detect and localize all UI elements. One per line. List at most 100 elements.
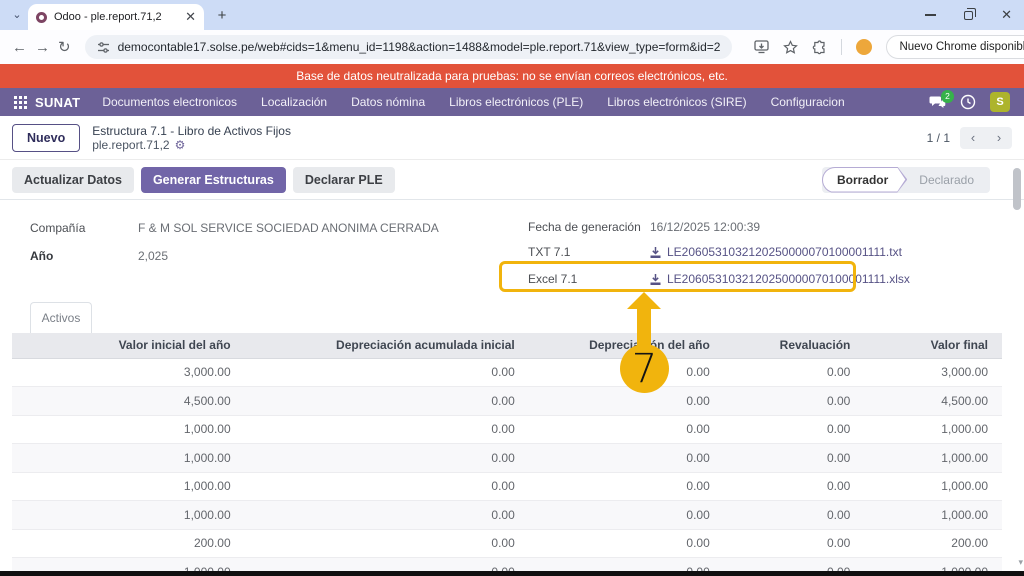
table-cell: 0.00: [245, 472, 529, 501]
minimize-button[interactable]: [925, 14, 936, 16]
generate-structures-button[interactable]: Generar Estructuras: [141, 167, 286, 193]
column-header[interactable]: Depreciación acumulada inicial: [245, 333, 529, 358]
apps-grid-icon[interactable]: [14, 96, 27, 109]
scroll-down-icon[interactable]: ▾: [1018, 557, 1023, 568]
pager-previous-icon[interactable]: ‹: [960, 127, 986, 149]
table-cell: 1,000.00: [12, 444, 245, 473]
profile-avatar[interactable]: [856, 39, 872, 55]
table-cell: 1,000.00: [12, 558, 245, 572]
chrome-update-button[interactable]: Nuevo Chrome disponible ⋮: [886, 35, 1024, 59]
extensions-icon[interactable]: [812, 40, 827, 55]
table-row[interactable]: 1,000.000.000.000.001,000.00: [12, 472, 1002, 501]
browser-titlebar: ⌄ Odoo - ple.report.71,2 ✕ + ✕: [0, 0, 1024, 30]
browser-toolbar: ← → ↻ democontable17.solse.pe/web#cids=1…: [0, 30, 1024, 64]
pager-next-icon[interactable]: ›: [986, 127, 1012, 149]
table-cell: 3,000.00: [864, 358, 1002, 387]
activities-clock-icon[interactable]: [960, 94, 976, 110]
messages-icon[interactable]: 2: [929, 95, 946, 110]
table-row[interactable]: 1,000.000.000.000.001,000.00: [12, 415, 1002, 444]
table-cell: 1,000.00: [864, 501, 1002, 530]
odoo-navbar: SUNAT Documentos electronicos Localizació…: [0, 88, 1024, 116]
table-cell: 1,000.00: [12, 501, 245, 530]
generation-date-value: 16/12/2025 12:00:39: [650, 220, 760, 234]
nav-item[interactable]: Datos nómina: [351, 95, 425, 109]
messages-badge: 2: [941, 90, 954, 103]
excel-label: Excel 7.1: [528, 272, 650, 286]
table-cell: 0.00: [529, 558, 724, 572]
new-tab-button[interactable]: +: [212, 6, 232, 26]
column-header[interactable]: Revaluación: [724, 333, 865, 358]
table-cell: 0.00: [245, 501, 529, 530]
url-text: democontable17.solse.pe/web#cids=1&menu_…: [118, 40, 721, 54]
status-declared[interactable]: Declarado: [907, 173, 986, 187]
app-brand[interactable]: SUNAT: [35, 95, 80, 110]
generation-date-label: Fecha de generación: [528, 220, 650, 234]
txt-label: TXT 7.1: [528, 245, 650, 259]
update-data-button[interactable]: Actualizar Datos: [12, 167, 134, 193]
gear-icon[interactable]: ⚙: [175, 138, 186, 152]
table-cell: 0.00: [529, 529, 724, 558]
site-settings-icon[interactable]: [97, 41, 110, 54]
chrome-update-label: Nuevo Chrome disponible: [899, 41, 1024, 53]
year-value: 2,025: [138, 249, 168, 263]
browser-tab[interactable]: Odoo - ple.report.71,2 ✕: [28, 4, 204, 30]
table-cell: 1,000.00: [864, 558, 1002, 572]
assets-table: Valor inicial del añoDepreciación acumul…: [12, 333, 1002, 571]
column-header[interactable]: Valor final: [864, 333, 1002, 358]
restore-button[interactable]: [964, 11, 973, 20]
user-avatar[interactable]: S: [990, 92, 1010, 112]
bookmark-star-icon[interactable]: [783, 40, 798, 55]
table-cell: 1,000.00: [12, 415, 245, 444]
table-row[interactable]: 1,000.000.000.000.001,000.00: [12, 501, 1002, 530]
table-cell: 4,500.00: [864, 387, 1002, 416]
nav-item[interactable]: Libros electrónicos (PLE): [449, 95, 583, 109]
tab-search-chevron-icon[interactable]: ⌄: [8, 7, 26, 25]
form-action-bar: Actualizar Datos Generar Estructuras Dec…: [0, 160, 1024, 200]
table-cell: 0.00: [724, 387, 865, 416]
forward-button[interactable]: →: [35, 39, 50, 56]
back-button[interactable]: ←: [12, 39, 27, 56]
tab-close-icon[interactable]: ✕: [185, 9, 196, 25]
status-draft[interactable]: Borrador: [822, 167, 907, 193]
table-cell: 0.00: [724, 529, 865, 558]
column-header[interactable]: Valor inicial del año: [12, 333, 245, 358]
window-controls: ✕: [925, 0, 1012, 30]
scrollbar-thumb[interactable]: [1013, 168, 1021, 210]
nav-item[interactable]: Documentos electronicos: [102, 95, 237, 109]
table-cell: 0.00: [245, 529, 529, 558]
table-cell: 1,000.00: [864, 444, 1002, 473]
txt-filename: LE2060531032120250000070100001111.txt: [667, 245, 902, 259]
nav-item[interactable]: Configuracion: [771, 95, 845, 109]
nav-item[interactable]: Libros electrónicos (SIRE): [607, 95, 746, 109]
declare-ple-button[interactable]: Declarar PLE: [293, 167, 395, 193]
txt-download-link[interactable]: LE2060531032120250000070100001111.txt: [650, 245, 902, 259]
address-bar[interactable]: democontable17.solse.pe/web#cids=1&menu_…: [85, 35, 733, 59]
table-row[interactable]: 1,000.000.000.000.001,000.00: [12, 558, 1002, 572]
window-close-button[interactable]: ✕: [1001, 7, 1012, 23]
tab-title: Odoo - ple.report.71,2: [54, 11, 179, 23]
excel-filename: LE2060531032120250000070100001111.xlsx: [667, 272, 910, 286]
table-cell: 0.00: [724, 444, 865, 473]
nav-menu: Documentos electronicos Localización Datos…: [102, 95, 844, 109]
excel-download-link[interactable]: LE2060531032120250000070100001111.xlsx: [650, 272, 910, 286]
table-cell: 0.00: [724, 358, 865, 387]
tab-activos-label: Activos: [42, 311, 81, 325]
table-cell: 0.00: [529, 501, 724, 530]
new-record-button[interactable]: Nuevo: [12, 124, 80, 152]
table-row[interactable]: 3,000.000.000.000.003,000.00: [12, 358, 1002, 387]
breadcrumb-record[interactable]: ple.report.71,2: [92, 138, 169, 152]
breadcrumb-title[interactable]: Estructura 7.1 - Libro de Activos Fijos: [92, 124, 291, 138]
year-label: Año: [30, 249, 138, 263]
table-cell: 0.00: [724, 472, 865, 501]
page-scrollbar[interactable]: [1013, 163, 1021, 571]
breadcrumb-bar: Nuevo Estructura 7.1 - Libro de Activos …: [0, 116, 1024, 160]
table-body: 3,000.000.000.000.003,000.004,500.000.00…: [12, 358, 1002, 571]
install-app-icon[interactable]: [754, 40, 769, 54]
reload-button[interactable]: ↻: [58, 38, 71, 56]
table-cell: 0.00: [529, 444, 724, 473]
table-row[interactable]: 200.000.000.000.00200.00: [12, 529, 1002, 558]
table-row[interactable]: 1,000.000.000.000.001,000.00: [12, 444, 1002, 473]
tab-activos[interactable]: Activos: [30, 302, 92, 333]
nav-item[interactable]: Localización: [261, 95, 327, 109]
table-row[interactable]: 4,500.000.000.000.004,500.00: [12, 387, 1002, 416]
